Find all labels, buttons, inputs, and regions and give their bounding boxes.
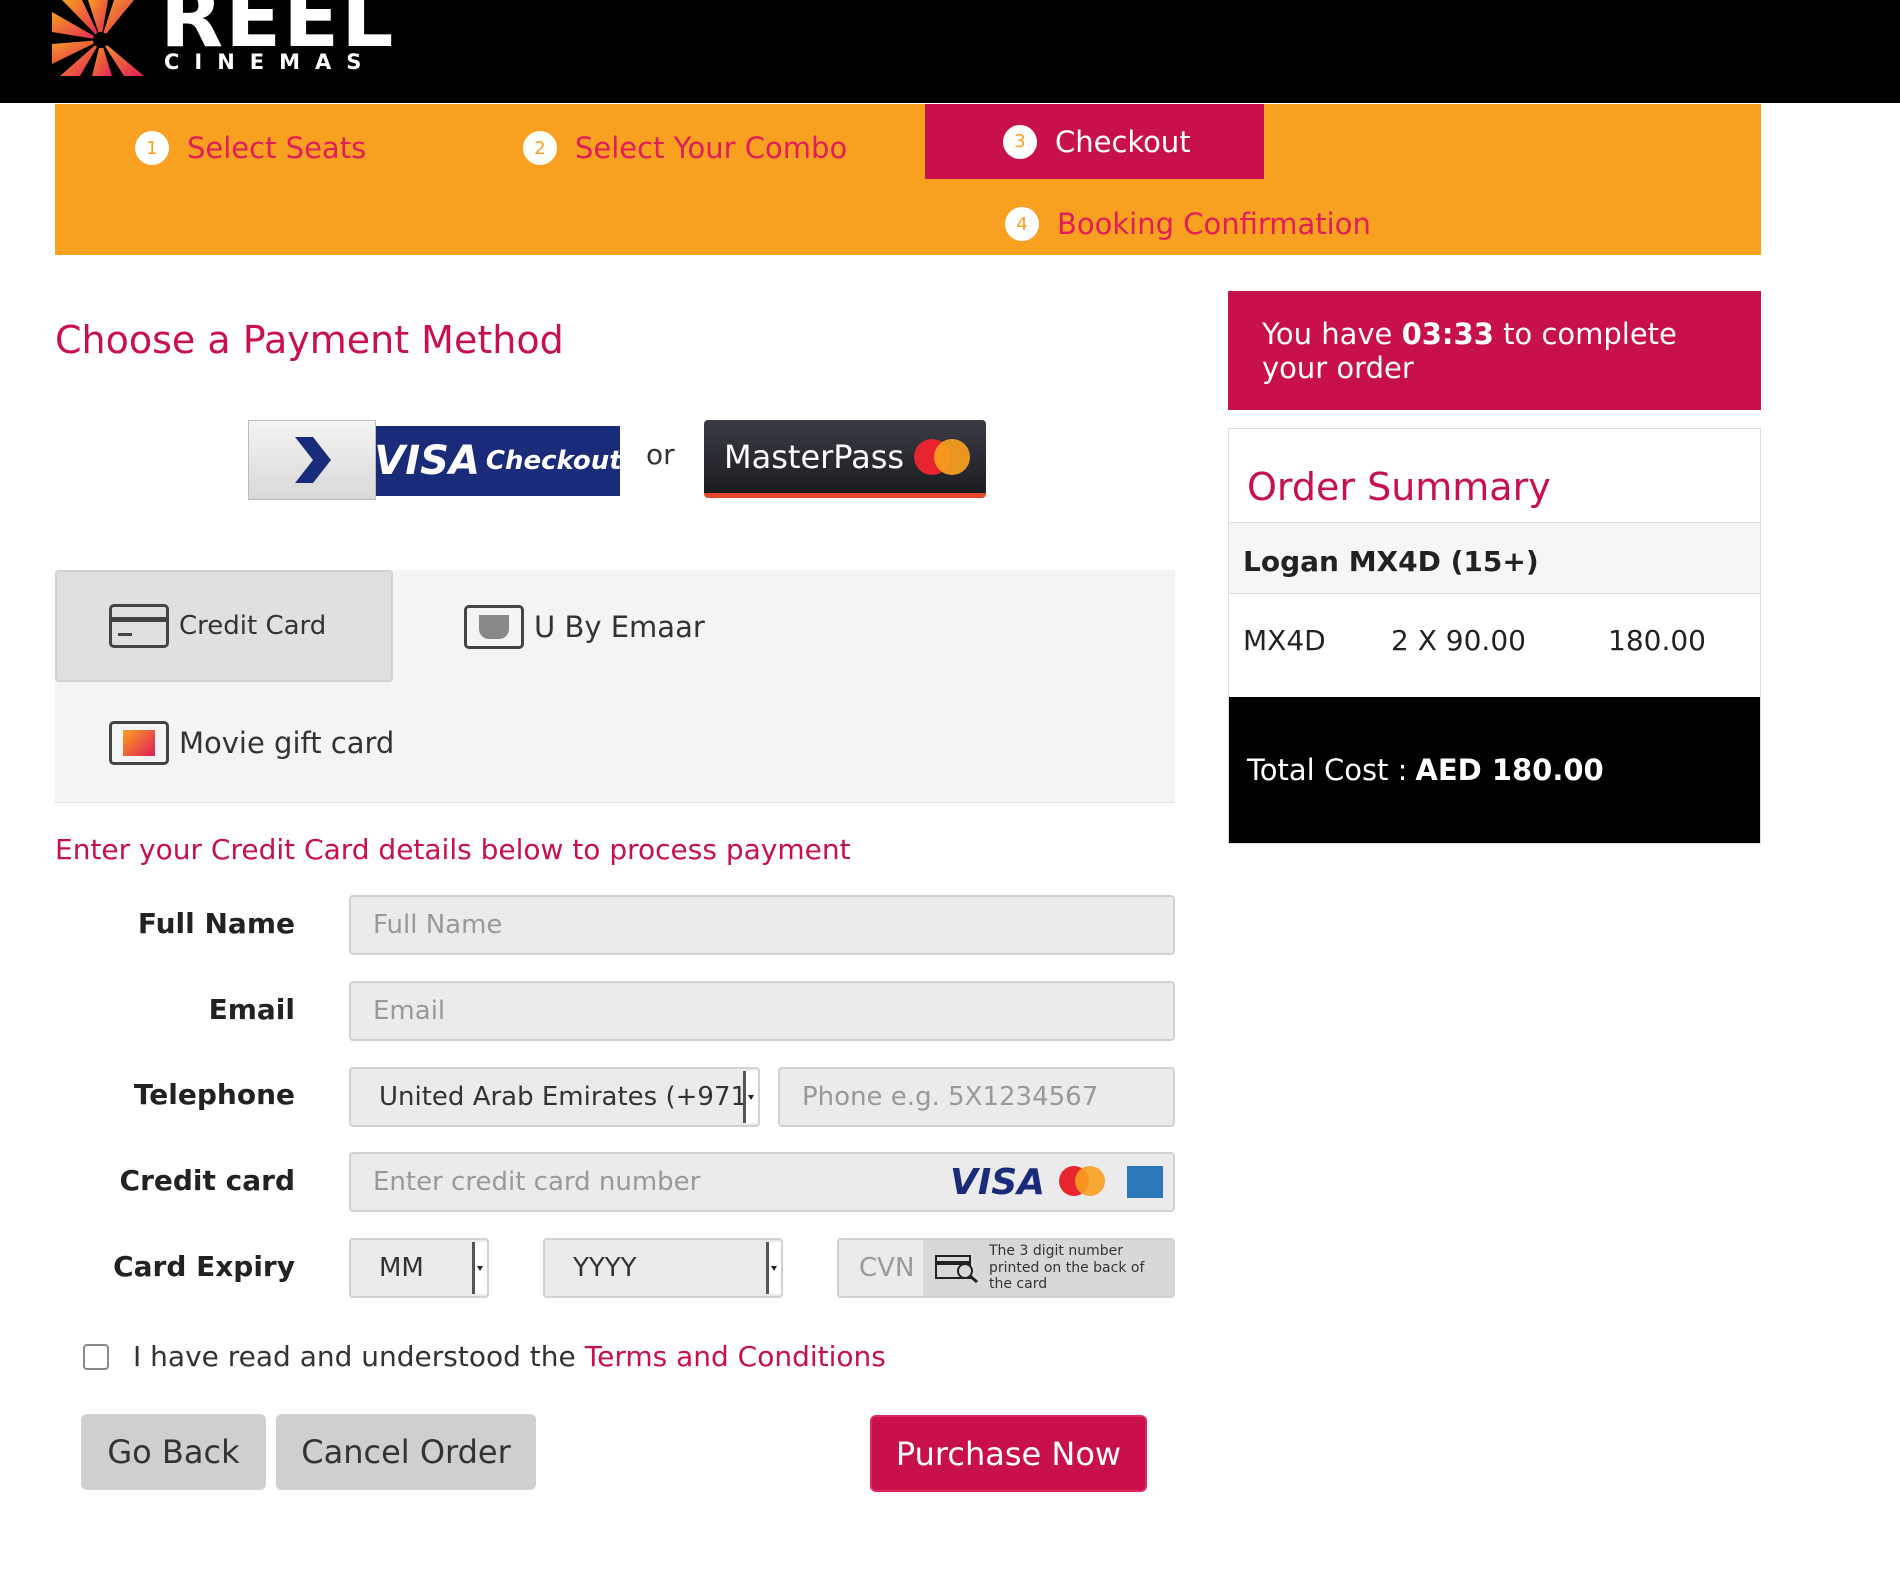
card-magnifier-icon xyxy=(935,1255,978,1283)
purchase-now-button[interactable]: Purchase Now xyxy=(870,1415,1147,1492)
step-booking-confirmation[interactable]: 4 Booking Confirmation xyxy=(1005,198,1371,250)
order-timer: You have 03:33 to complete your order xyxy=(1228,291,1761,410)
chevron-down-icon xyxy=(472,1242,487,1294)
credit-card-label: Credit card xyxy=(119,1164,295,1197)
total-value: AED 180.00 xyxy=(1415,753,1604,787)
cvn-hint: The 3 digit number printed on the back o… xyxy=(923,1240,1173,1296)
visa-checkout-button[interactable]: VISA Checkout xyxy=(248,420,622,500)
tab-label: Credit Card xyxy=(179,611,327,641)
step-select-seats[interactable]: 1 Select Seats xyxy=(135,122,366,174)
total-label: Total Cost : xyxy=(1247,753,1408,787)
credit-card-icon xyxy=(109,604,169,648)
step-number: 3 xyxy=(1003,124,1037,159)
or-separator: or xyxy=(646,438,675,471)
cancel-order-button[interactable]: Cancel Order xyxy=(276,1414,536,1490)
terms-text: I have read and understood the xyxy=(133,1340,576,1373)
visa-checkout-arrow-icon xyxy=(248,420,376,500)
step-label: Booking Confirmation xyxy=(1057,207,1371,241)
card-expiry-label: Card Expiry xyxy=(113,1250,295,1283)
step-select-combo[interactable]: 2 Select Your Combo xyxy=(523,122,847,174)
step-label: Checkout xyxy=(1055,124,1191,159)
chevron-down-icon xyxy=(743,1071,758,1123)
tab-label: Movie gift card xyxy=(179,726,395,760)
terms-checkbox[interactable] xyxy=(83,1343,109,1370)
expiry-year-select[interactable]: YYYY xyxy=(543,1238,783,1298)
expiry-year-value: YYYY xyxy=(573,1253,637,1283)
line-item-type: MX4D xyxy=(1243,624,1326,657)
line-item-quantity: 2 X 90.00 xyxy=(1391,624,1526,657)
payment-type-tabs: Credit Card U By Emaar Movie gift card xyxy=(55,570,1175,803)
mastercard-logo-icon xyxy=(1059,1166,1107,1198)
cvn-placeholder: CVN xyxy=(859,1253,915,1283)
step-label: Select Your Combo xyxy=(575,131,848,165)
tab-credit-card[interactable]: Credit Card xyxy=(55,570,393,682)
logo-swirl-icon xyxy=(52,0,144,76)
gift-card-icon xyxy=(109,721,169,765)
visa-wordmark: VISA xyxy=(374,438,480,484)
order-total: Total Cost : AED 180.00 xyxy=(1229,697,1760,843)
mastercard-circles-icon xyxy=(914,437,972,477)
timer-prefix: You have xyxy=(1262,317,1393,351)
masterpass-button[interactable]: MasterPass xyxy=(704,420,986,498)
step-number: 2 xyxy=(523,131,557,165)
go-back-button[interactable]: Go Back xyxy=(81,1414,266,1490)
step-label: Select Seats xyxy=(187,131,367,165)
line-item-amount: 180.00 xyxy=(1608,624,1706,657)
tab-movie-gift-card[interactable]: Movie gift card xyxy=(109,720,394,766)
masterpass-label: MasterPass xyxy=(724,437,905,476)
timer-countdown: 03:33 xyxy=(1401,317,1494,351)
u-by-emaar-icon xyxy=(464,605,524,649)
phone-input[interactable]: Phone e.g. 5X1234567 xyxy=(778,1067,1175,1127)
order-movie-title: Logan MX4D (15+) xyxy=(1229,523,1760,594)
expiry-month-select[interactable]: MM xyxy=(349,1238,489,1298)
payment-method-heading: Choose a Payment Method xyxy=(55,318,564,362)
checkout-steps: 1 Select Seats 2 Select Your Combo 3 Che… xyxy=(55,104,1761,255)
email-label: Email xyxy=(208,993,295,1026)
visa-logo-icon: VISA xyxy=(949,1162,1045,1203)
country-code-select[interactable]: United Arab Emirates (+971 xyxy=(349,1067,760,1127)
credit-card-prompt: Enter your Credit Card details below to … xyxy=(55,833,851,866)
full-name-input[interactable]: Full Name xyxy=(349,895,1175,955)
email-input[interactable]: Email xyxy=(349,981,1175,1041)
amex-logo-icon xyxy=(1127,1166,1163,1198)
full-name-label: Full Name xyxy=(137,907,295,940)
credit-card-input[interactable]: Enter credit card number VISA xyxy=(349,1152,1175,1212)
tab-label: U By Emaar xyxy=(534,610,705,644)
step-number: 4 xyxy=(1005,207,1039,241)
order-summary: Order Summary Logan MX4D (15+) MX4D 2 X … xyxy=(1228,428,1761,844)
terms-row: I have read and understood the Terms and… xyxy=(83,1340,886,1373)
step-number: 1 xyxy=(135,131,169,165)
order-summary-title: Order Summary xyxy=(1229,429,1760,523)
expiry-month-value: MM xyxy=(379,1253,424,1283)
logo-subtitle: CINEMAS xyxy=(164,50,377,74)
credit-card-placeholder: Enter credit card number xyxy=(373,1167,701,1197)
tab-u-by-emaar[interactable]: U By Emaar xyxy=(464,604,705,650)
step-checkout[interactable]: 3 Checkout xyxy=(925,104,1264,179)
cvn-hint-text: The 3 digit number printed on the back o… xyxy=(989,1242,1145,1293)
telephone-label: Telephone xyxy=(133,1078,295,1111)
visa-checkout-label: VISA Checkout xyxy=(374,426,622,496)
header-bar: REEL CINEMAS xyxy=(0,0,1900,103)
checkout-wordmark: Checkout xyxy=(485,446,622,476)
order-line-item: MX4D 2 X 90.00 180.00 xyxy=(1229,594,1760,696)
cvn-input[interactable]: CVN The 3 digit number printed on the ba… xyxy=(837,1238,1175,1298)
country-code-value: United Arab Emirates (+971 xyxy=(379,1082,748,1112)
chevron-down-icon xyxy=(766,1242,781,1294)
terms-link[interactable]: Terms and Conditions xyxy=(585,1340,886,1373)
